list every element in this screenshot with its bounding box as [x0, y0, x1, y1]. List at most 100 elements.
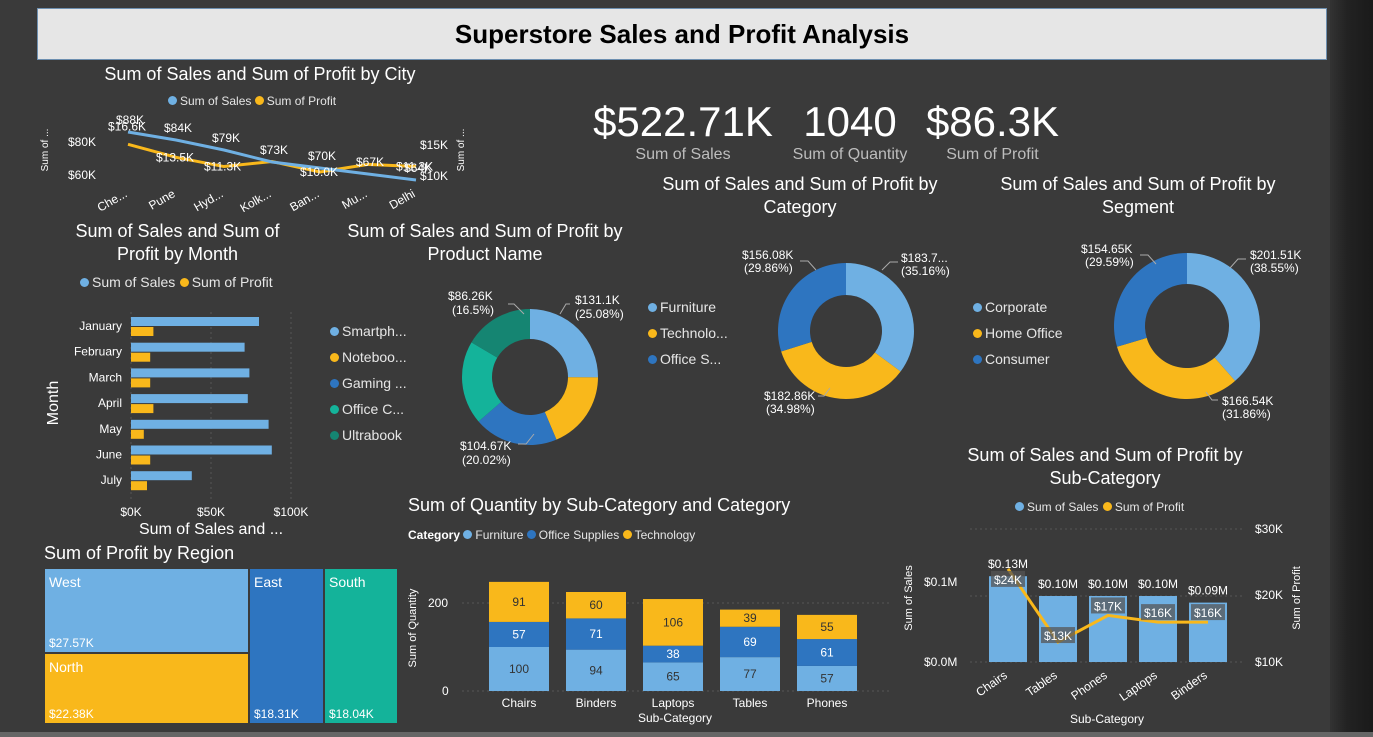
category-donut-slices [778, 263, 914, 399]
month-y-tick: June [96, 448, 122, 462]
quantity-x-tick: Chairs [502, 696, 537, 710]
legend-item-corporate[interactable]: Corporate [973, 294, 1063, 320]
legend-item-gaming[interactable]: Gaming ... [330, 370, 407, 396]
legend-item-notebook[interactable]: Noteboo... [330, 344, 407, 370]
legend-sales[interactable]: Sum of Sales [1015, 500, 1098, 514]
profit-data-label: $16K [1194, 606, 1222, 620]
sales-bar [131, 419, 269, 429]
donut-slice [846, 263, 914, 372]
slice-label: $86.26K [448, 289, 493, 303]
legend-item-consumer[interactable]: Consumer [973, 346, 1063, 372]
kpi-quantity-value: 1040 [803, 98, 897, 145]
bar-data-label: 71 [589, 627, 603, 641]
legend-technology[interactable]: Technology [622, 528, 695, 542]
profit-data-label: $11.3K [396, 160, 433, 174]
legend-item-technology[interactable]: Technolo... [648, 320, 728, 346]
subcat-chart-title: Sum of Sales and Sum of Profit by Sub-Cat… [967, 445, 1243, 488]
legend-item-home-office[interactable]: Home Office [973, 320, 1063, 346]
product-chart-title: Sum of Sales and Sum of Profit by Product… [347, 221, 623, 264]
legend-profit[interactable]: Sum of Profit [1102, 500, 1184, 514]
month-x-tick: $100K [274, 505, 309, 519]
sales-data-label: $67K [356, 155, 384, 169]
product-donut-slices [462, 309, 598, 445]
kpi-sales-card[interactable]: $522.71K Sum of Sales [588, 98, 778, 164]
slice-label: $182.86K [764, 389, 815, 403]
sales-data-label: $0.10M [1088, 577, 1128, 591]
donut-slice [544, 377, 598, 440]
month-y-tick: February [74, 345, 122, 359]
bar-data-label: 57 [820, 671, 834, 685]
legend-item-furniture[interactable]: Furniture [648, 294, 728, 320]
sales-data-label: $0.10M [1038, 577, 1078, 591]
window-bottom-edge [0, 732, 1373, 737]
legend-item-smartphone[interactable]: Smartph... [330, 318, 407, 344]
region-tile-south[interactable]: South $18.04K [324, 568, 398, 724]
legend-profit[interactable]: Sum of Profit [254, 94, 336, 108]
legend-office-supplies[interactable]: Office Supplies [526, 528, 619, 542]
month-y-tick: May [99, 422, 122, 436]
legend-item-office[interactable]: Office C... [330, 396, 407, 422]
region-tile-north[interactable]: North $22.38K [44, 653, 249, 724]
subcat-y-right-label: Sum of Profit [1291, 566, 1303, 630]
month-chart[interactable]: Month January February March April May June Ju… [38, 300, 328, 545]
slice-label: $104.67K [460, 439, 511, 453]
bar-data-label: 55 [820, 620, 834, 634]
region-tile-east[interactable]: East $18.31K [249, 568, 324, 724]
subcat-x-tick: Phones [1068, 668, 1109, 703]
bar-data-label: 57 [512, 627, 526, 641]
product-donut[interactable]: $131.1K (25.08%) $104.67K (20.02%) $86.2… [420, 280, 650, 470]
month-chart-title: Sum of Sales and Sum of Profit by Month [75, 221, 280, 264]
subcat-y-tick: $0.0M [924, 655, 957, 669]
slice-label: (35.16%) [901, 264, 950, 278]
legend-item-office-supplies[interactable]: Office S... [648, 346, 728, 372]
city-chart[interactable]: Sum of ... $80K $60K $15K $10K Sum of ..… [38, 112, 488, 212]
legend-item-ultrabook[interactable]: Ultrabook [330, 422, 407, 448]
sales-data-label: $79K [212, 131, 240, 145]
legend-sales[interactable]: Sum of Sales [80, 274, 175, 290]
city-x-tick: Pune [146, 186, 178, 212]
profit-data-label: $11.3K [204, 160, 241, 174]
kpi-quantity-card[interactable]: 1040 Sum of Quantity [780, 98, 920, 164]
legend-sales[interactable]: Sum of Sales [168, 94, 251, 108]
sales-bar [131, 394, 248, 404]
quantity-y-tick: 200 [428, 596, 448, 610]
kpi-quantity-label: Sum of Quantity [792, 146, 908, 163]
quantity-y-label: Sum of Quantity [407, 588, 419, 667]
bar-data-label: 39 [743, 611, 757, 625]
category-donut[interactable]: $183.7... (35.16%) $182.86K (34.98%) $15… [730, 240, 970, 425]
slice-label: $201.51K [1250, 248, 1301, 262]
profit-bar [131, 404, 154, 414]
segment-chart-title: Sum of Sales and Sum of Profit by Segment [1000, 174, 1276, 217]
sales-bar [131, 317, 259, 326]
city-y-left-label: Sum of ... [40, 129, 51, 172]
segment-donut[interactable]: $201.51K (38.55%) $166.54K (31.86%) $154… [1068, 236, 1318, 426]
subcat-x-tick: Tables [1023, 668, 1059, 699]
month-x-tick: $50K [197, 505, 225, 519]
slice-label: $154.65K [1081, 242, 1132, 256]
window-edge [1330, 0, 1373, 737]
region-tile-west[interactable]: West $27.57K [44, 568, 249, 653]
city-y-tick: $80K [68, 135, 96, 149]
city-y2-tick: $15K [420, 138, 448, 152]
slice-label: $156.08K [742, 248, 793, 262]
bar-data-label: 94 [589, 663, 603, 677]
sales-data-label: $70K [308, 149, 336, 163]
quantity-chart[interactable]: Sum of Quantity 200 0 100 57 91 Chairs 94 71 6… [400, 560, 900, 730]
profit-data-label: $10.0K [300, 165, 338, 179]
slice-label: (29.86%) [744, 261, 793, 275]
city-chart-title: Sum of Sales and Sum of Profit by City [104, 64, 416, 84]
city-x-tick: Ban... [287, 186, 321, 212]
subcat-chart[interactable]: Sum of Sales $0.1M $0.0M $30K $20K $10K … [900, 515, 1320, 730]
bar-data-label: 69 [743, 635, 757, 649]
region-treemap[interactable]: West $27.57K North $22.38K East $18.31K Sou… [44, 568, 398, 724]
city-x-tick: Che... [95, 186, 130, 212]
bar-data-label: 77 [743, 667, 757, 681]
slice-label: (38.55%) [1250, 261, 1299, 275]
slice-label: $183.7... [901, 251, 948, 265]
legend-profit[interactable]: Sum of Profit [179, 274, 273, 290]
subcat-x-tick: Chairs [973, 668, 1009, 699]
kpi-profit-card[interactable]: $86.3K Sum of Profit [920, 98, 1065, 164]
quantity-x-tick: Phones [807, 696, 848, 710]
legend-furniture[interactable]: Furniture [463, 528, 523, 542]
subcat-y-left-label: Sum of Sales [903, 565, 915, 631]
